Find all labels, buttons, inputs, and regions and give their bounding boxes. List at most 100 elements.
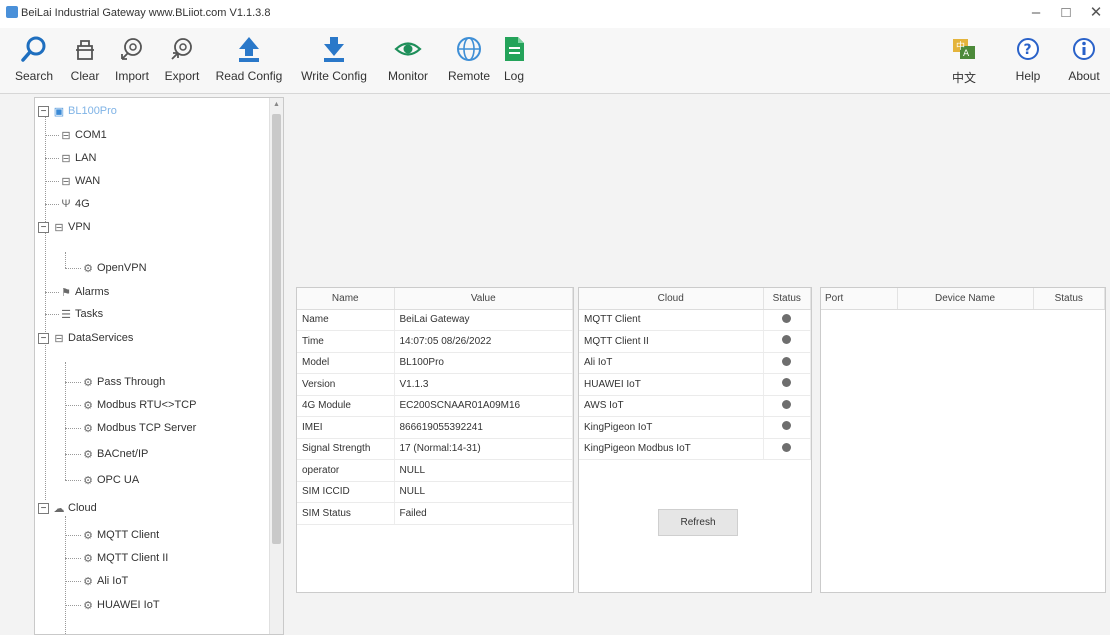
read-config-button[interactable]: Read Config xyxy=(210,30,288,92)
table-row[interactable]: MQTT Client II xyxy=(579,330,811,353)
scroll-up-icon[interactable]: ▲ xyxy=(273,101,280,108)
row-name: Signal Strength xyxy=(297,438,395,460)
serial-port-icon: ⊟ xyxy=(61,129,71,142)
alarm-icon: ⚑ xyxy=(61,286,71,299)
log-label: Log xyxy=(503,69,525,83)
scroll-thumb[interactable] xyxy=(272,114,281,544)
about-button[interactable]: About xyxy=(1062,30,1106,92)
log-icon xyxy=(498,33,530,65)
tree-node-huawei[interactable]: ⚙ HUAWEI IoT xyxy=(81,595,159,615)
search-button[interactable]: Search xyxy=(6,30,62,92)
device-status-panel: Port Device Name Status xyxy=(820,287,1106,593)
table-row[interactable]: Version V1.1.3 xyxy=(297,373,573,396)
tree-node-openvpn[interactable]: ⚙ OpenVPN xyxy=(81,258,146,278)
remote-button[interactable]: Remote xyxy=(442,30,496,92)
tree-node-opcua[interactable]: ⚙ OPC UA xyxy=(81,470,139,490)
refresh-button[interactable]: Refresh xyxy=(658,509,738,536)
tree-node-bacnet[interactable]: ⚙ BACnet/IP xyxy=(81,444,148,464)
column-header-port[interactable]: Port xyxy=(821,288,898,310)
tree-node-cloud[interactable]: − ☁ Cloud xyxy=(38,498,97,518)
tree-node-mqtt2[interactable]: ⚙ MQTT Client II xyxy=(81,548,168,568)
table-row[interactable]: IMEI 866619055392241 xyxy=(297,416,573,439)
tree-node-tasks[interactable]: ☰ Tasks xyxy=(59,304,103,324)
tree-node-root[interactable]: − ▣ BL100Pro xyxy=(38,101,117,121)
column-header-device-name[interactable]: Device Name xyxy=(897,288,1034,310)
tree-connector xyxy=(65,428,81,429)
table-row[interactable]: Name BeiLai Gateway xyxy=(297,309,573,331)
status-indicator-icon xyxy=(782,335,792,345)
maximize-button[interactable]: □ xyxy=(1058,4,1074,22)
vpn-icon: ⊟ xyxy=(54,221,64,234)
collapse-icon[interactable]: − xyxy=(38,502,49,514)
tree-node-mqtt[interactable]: ⚙ MQTT Client xyxy=(81,525,159,545)
tree-connector xyxy=(45,158,59,159)
tree-scrollbar[interactable]: ▲ xyxy=(269,98,283,634)
row-value: 866619055392241 xyxy=(394,416,573,439)
clear-button[interactable]: Clear xyxy=(64,30,106,92)
tree-node-dataservices[interactable]: − ⊟ DataServices xyxy=(38,328,133,348)
import-button[interactable]: Import xyxy=(108,30,156,92)
gear-icon: ⚙ xyxy=(83,552,93,565)
tree-label-pass-through: Pass Through xyxy=(97,376,166,388)
tree-connector xyxy=(65,252,66,268)
status-cell xyxy=(763,352,811,374)
log-button[interactable]: Log xyxy=(498,30,530,92)
collapse-icon[interactable]: − xyxy=(38,105,49,117)
tree-node-com1[interactable]: ⊟ COM1 xyxy=(59,125,106,145)
tree-label-modbus-rtu: Modbus RTU<>TCP xyxy=(97,399,197,411)
tree-label-mqtt2: MQTT Client II xyxy=(97,552,169,564)
minimize-button[interactable]: – xyxy=(1028,4,1044,22)
gear-icon: ⚙ xyxy=(83,262,93,275)
tree-node-alarms[interactable]: ⚑ Alarms xyxy=(59,282,109,302)
export-icon xyxy=(166,33,198,65)
help-icon: ? xyxy=(1012,33,1044,65)
row-value: NULL xyxy=(394,481,573,503)
tree-node-lan[interactable]: ⊟ LAN xyxy=(59,148,96,168)
column-header-device-status[interactable]: Status xyxy=(1033,288,1105,310)
table-row[interactable]: Signal Strength 17 (Normal:14-31) xyxy=(297,438,573,460)
table-row[interactable]: KingPigeon IoT xyxy=(579,416,811,439)
tree-node-4g[interactable]: Ψ 4G xyxy=(59,194,89,214)
tree-node-modbus-tcp[interactable]: ⚙ Modbus TCP Server xyxy=(81,418,196,438)
table-row[interactable]: KingPigeon Modbus IoT xyxy=(579,438,811,460)
status-indicator-icon xyxy=(782,399,792,409)
tree-node-vpn[interactable]: − ⊟ VPN xyxy=(38,217,91,237)
network-icon: ⊟ xyxy=(61,152,71,165)
column-header-cloud[interactable]: Cloud xyxy=(579,288,764,310)
monitor-button[interactable]: Monitor xyxy=(380,30,436,92)
collapse-icon[interactable]: − xyxy=(38,332,49,344)
gear-icon: ⚙ xyxy=(83,422,93,435)
tree-label-vpn: VPN xyxy=(68,221,91,233)
table-row[interactable]: Ali IoT xyxy=(579,352,811,374)
table-row[interactable]: Time 14:07:05 08/26/2022 xyxy=(297,330,573,353)
tree-connector xyxy=(45,116,46,500)
table-row[interactable]: HUAWEI IoT xyxy=(579,373,811,396)
column-header-value[interactable]: Value xyxy=(394,288,573,310)
about-label: About xyxy=(1068,69,1100,83)
table-row[interactable]: 4G Module EC200SCNAAR01A09M16 xyxy=(297,395,573,417)
search-icon xyxy=(18,33,50,65)
tree-node-pass-through[interactable]: ⚙ Pass Through xyxy=(81,372,165,392)
tree-node-ali[interactable]: ⚙ Ali IoT xyxy=(81,571,128,591)
collapse-icon[interactable]: − xyxy=(38,221,49,233)
table-row[interactable]: AWS IoT xyxy=(579,395,811,417)
tree-node-wan[interactable]: ⊟ WAN xyxy=(59,171,100,191)
table-row[interactable]: operator NULL xyxy=(297,459,573,482)
tree-node-modbus-rtu[interactable]: ⚙ Modbus RTU<>TCP xyxy=(81,395,196,415)
table-row[interactable]: MQTT Client xyxy=(579,309,811,331)
column-header-status[interactable]: Status xyxy=(763,288,811,310)
table-row[interactable]: Model BL100Pro xyxy=(297,352,573,374)
table-row[interactable]: SIM Status Failed xyxy=(297,502,573,525)
help-button[interactable]: ? Help xyxy=(1008,30,1048,92)
language-button[interactable]: 中A 中文 xyxy=(944,30,984,92)
column-header-name[interactable]: Name xyxy=(297,288,395,310)
close-button[interactable]: ✕ xyxy=(1088,4,1104,22)
write-config-button[interactable]: Write Config xyxy=(294,30,374,92)
gear-icon: ⚙ xyxy=(83,575,93,588)
device-status-table: Port Device Name Status xyxy=(821,288,1105,310)
tree-connector xyxy=(45,135,59,136)
export-button[interactable]: Export xyxy=(158,30,206,92)
status-cell xyxy=(763,438,811,460)
device-tree: − ▣ BL100Pro ⊟ COM1 ⊟ LAN ⊟ WAN Ψ 4G − ⊟… xyxy=(34,97,284,635)
table-row[interactable]: SIM ICCID NULL xyxy=(297,481,573,503)
